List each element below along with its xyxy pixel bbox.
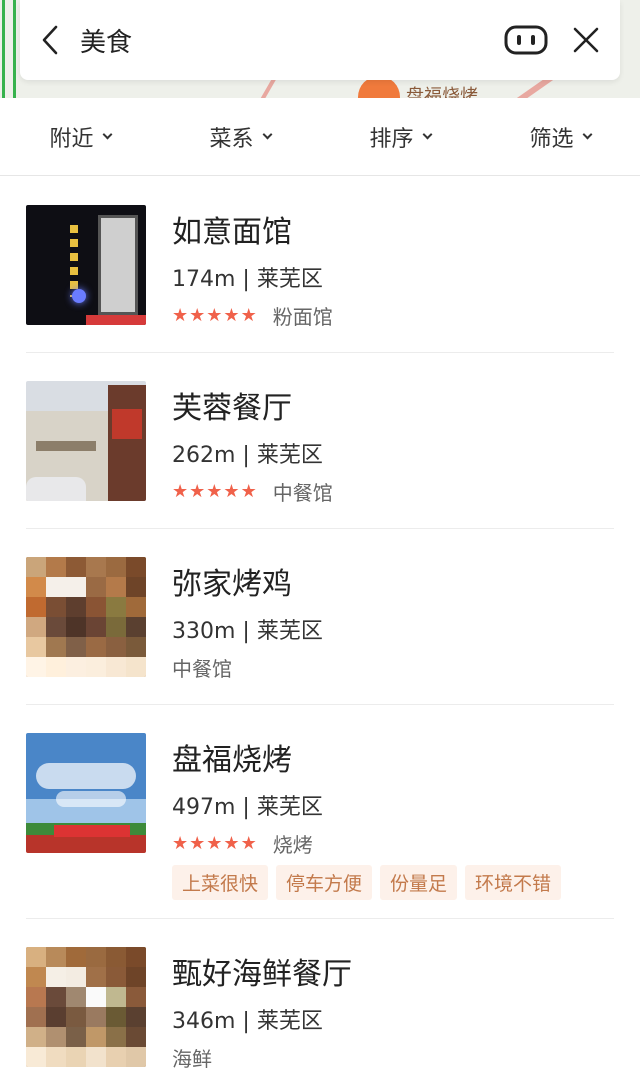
star-icon: ★ [240, 304, 257, 326]
review-tag[interactable]: 份量足 [380, 865, 458, 900]
result-item[interactable]: 盘福烧烤 497m | 莱芜区 ★ ★ ★ ★ ★ 烧烤 上菜很快 停车方便 份量足 环… [0, 705, 640, 919]
restaurant-photo [26, 381, 146, 501]
chevron-down-icon [102, 129, 112, 140]
star-icon: ★ [223, 304, 240, 326]
review-tag[interactable]: 上菜很快 [172, 865, 269, 900]
restaurant-name: 盘福烧烤 [172, 743, 292, 778]
review-tag[interactable]: 环境不错 [465, 865, 562, 900]
restaurant-category: 粉面馆 [272, 305, 333, 329]
review-tag[interactable]: 停车方便 [276, 865, 373, 900]
star-icon: ★ [223, 832, 240, 854]
review-tags: 上菜很快 停车方便 份量足 环境不错 [172, 865, 562, 900]
close-button[interactable] [558, 0, 614, 80]
restaurant-photo-placeholder [26, 557, 146, 677]
filter-more[interactable]: 筛选 [480, 121, 640, 153]
filter-label: 菜系 [209, 126, 254, 152]
restaurant-distance: 497m | 莱芜区 [172, 795, 323, 820]
result-item[interactable]: 芙蓉餐厅 262m | 莱芜区 ★ ★ ★ ★ ★ 中餐馆 [0, 353, 640, 529]
restaurant-name: 如意面馆 [172, 215, 292, 250]
restaurant-distance: 346m | 莱芜区 [172, 1009, 323, 1034]
chevron-down-icon [422, 129, 432, 140]
star-icon: ★ [206, 304, 223, 326]
result-item[interactable]: 甄好海鲜餐厅 346m | 莱芜区 海鲜 [0, 919, 640, 1089]
filter-bar: 附近 菜系 排序 筛选 [0, 98, 640, 176]
restaurant-name: 甄好海鲜餐厅 [172, 957, 352, 992]
restaurant-distance: 174m | 莱芜区 [172, 267, 323, 292]
result-item[interactable]: 弥家烤鸡 330m | 莱芜区 中餐馆 [0, 529, 640, 705]
restaurant-name: 芙蓉餐厅 [172, 391, 292, 426]
back-button[interactable] [20, 0, 80, 80]
back-arrow-icon [42, 25, 58, 55]
star-icon: ★ [206, 832, 223, 854]
filter-label: 附近 [49, 126, 94, 152]
map-road [2, 0, 16, 98]
restaurant-category: 海鲜 [172, 1047, 212, 1071]
close-icon [573, 27, 599, 53]
restaurant-category: 烧烤 [272, 833, 313, 857]
star-icon: ★ [240, 480, 257, 502]
card-icon [504, 25, 548, 55]
rating-stars: ★ ★ ★ ★ ★ [172, 832, 257, 854]
search-bar: 美食 [20, 0, 620, 80]
restaurant-photo [26, 205, 146, 325]
restaurant-distance: 262m | 莱芜区 [172, 443, 323, 468]
star-icon: ★ [172, 304, 189, 326]
filter-label: 筛选 [529, 126, 574, 152]
star-icon: ★ [223, 480, 240, 502]
chevron-down-icon [262, 129, 272, 140]
restaurant-category: 中餐馆 [172, 657, 232, 681]
star-icon: ★ [206, 480, 223, 502]
rating-stars: ★ ★ ★ ★ ★ [172, 304, 257, 326]
filter-nearby[interactable]: 附近 [0, 121, 160, 153]
star-icon: ★ [189, 304, 206, 326]
star-icon: ★ [189, 480, 206, 502]
card-icon-button[interactable] [502, 0, 550, 80]
restaurant-photo [26, 733, 146, 853]
restaurant-photo-placeholder [26, 947, 146, 1067]
map-poi-label[interactable]: 盘福烧烤 [406, 82, 478, 98]
restaurant-distance: 330m | 莱芜区 [172, 619, 323, 644]
chevron-down-icon [582, 129, 592, 140]
star-icon: ★ [189, 832, 206, 854]
star-icon: ★ [172, 832, 189, 854]
search-query[interactable]: 美食 [80, 22, 502, 59]
result-item[interactable]: 如意面馆 174m | 莱芜区 ★ ★ ★ ★ ★ 粉面馆 [0, 177, 640, 353]
star-icon: ★ [240, 832, 257, 854]
filter-label: 排序 [369, 126, 414, 152]
restaurant-category: 中餐馆 [272, 481, 333, 505]
filter-cuisine[interactable]: 菜系 [160, 121, 320, 153]
filter-sort[interactable]: 排序 [320, 121, 480, 153]
rating-stars: ★ ★ ★ ★ ★ [172, 480, 257, 502]
star-icon: ★ [172, 480, 189, 502]
restaurant-name: 弥家烤鸡 [172, 567, 292, 602]
results-list: 如意面馆 174m | 莱芜区 ★ ★ ★ ★ ★ 粉面馆 芙蓉餐厅 262m | 莱芜… [0, 177, 640, 1089]
